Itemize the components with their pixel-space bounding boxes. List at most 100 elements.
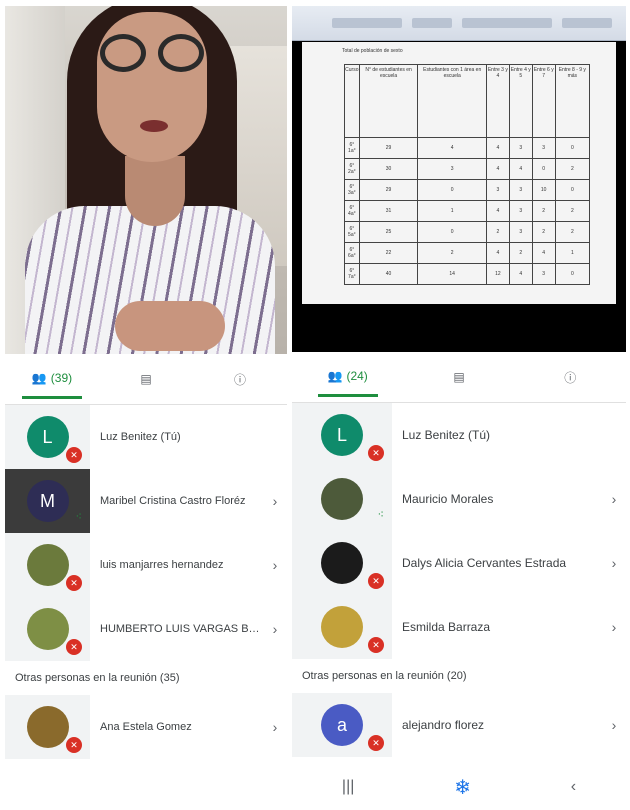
- tab-people[interactable]: 👥 (24): [317, 357, 378, 397]
- participant-row[interactable]: ⁖ Mauricio Morales ›: [292, 467, 626, 531]
- table-header-cell: N° de estudiantes en escuela: [358, 64, 419, 138]
- table-row: 6° 6a° 22 2 4 2 4 1: [344, 242, 591, 264]
- participant-row[interactable]: L ✕ Luz Benitez (Tú): [5, 405, 287, 469]
- participant-name: luis manjarres hernandez: [100, 559, 224, 571]
- participant-row[interactable]: ✕ Esmilda Barraza ›: [292, 595, 626, 659]
- participant-name: Ana Estela Gomez: [100, 721, 192, 733]
- chevron-right-icon[interactable]: ›: [602, 717, 626, 733]
- table-cell: 30: [358, 158, 419, 180]
- participant-row[interactable]: ✕ luis manjarres hernandez ›: [5, 533, 287, 597]
- table-cell: 29: [358, 137, 419, 159]
- avatar: L: [26, 416, 69, 458]
- avatar: M: [26, 480, 69, 522]
- table-cell: 1: [554, 242, 591, 264]
- snowflake-icon[interactable]: ❄: [454, 775, 471, 800]
- table-header-cell: Entre 6 y 7: [531, 64, 556, 138]
- ribbon-group: [462, 18, 552, 28]
- participant-name: Luz Benitez (Tú): [402, 428, 491, 442]
- speaker-neck: [125, 156, 185, 226]
- table-row: 6° 3a° 29 0 3 3 10 0: [344, 179, 591, 201]
- people-count: (24): [346, 368, 368, 383]
- ribbon-group: [412, 18, 452, 28]
- table-cell: 6° 6a°: [344, 242, 360, 264]
- chat-icon: ▤: [453, 370, 465, 384]
- table-cell: 4: [485, 158, 510, 180]
- chevron-right-icon[interactable]: ›: [263, 557, 287, 573]
- avatar: [321, 606, 363, 648]
- table-cell: 4: [417, 137, 487, 159]
- participant-name: alejandro florez: [402, 718, 485, 732]
- avatar: [321, 478, 363, 520]
- table-cell: 0: [417, 221, 487, 243]
- avatar: a: [321, 704, 363, 746]
- participant-tile: ✕: [5, 695, 90, 759]
- presentation-feed[interactable]: Total de población de sexto Curso N° de e…: [292, 6, 626, 352]
- chevron-right-icon[interactable]: ›: [263, 621, 287, 637]
- table-cell: 4: [531, 242, 556, 264]
- table-cell: 3: [531, 137, 556, 159]
- participant-row[interactable]: L ✕ Luz Benitez (Tú): [292, 403, 626, 467]
- back-icon[interactable]: ‹: [571, 778, 576, 796]
- participant-row[interactable]: M ⁖ Maribel Cristina Castro Floréz ›: [5, 469, 287, 533]
- table-cell: 0: [554, 263, 591, 285]
- tab-chat[interactable]: ▤: [116, 359, 176, 399]
- tab-info[interactable]: ⓘ: [210, 359, 270, 399]
- document-page: Total de población de sexto Curso N° de e…: [302, 42, 616, 304]
- participant-name: Luz Benitez (Tú): [100, 431, 181, 443]
- ribbon-group: [332, 18, 402, 28]
- ribbon-group: [562, 18, 612, 28]
- participant-name: Dalys Alicia Cervantes Estrada: [402, 556, 567, 570]
- participant-row[interactable]: ✕ HUMBERTO LUIS VARGAS BO... ›: [5, 597, 287, 661]
- table-row: 6° 7a° 40 14 12 4 3 0: [344, 263, 591, 285]
- table-cell: 2: [531, 200, 556, 222]
- participant-row[interactable]: ✕ Dalys Alicia Cervantes Estrada ›: [292, 531, 626, 595]
- table-cell: 12: [485, 263, 510, 285]
- participant-name: Mauricio Morales: [402, 492, 494, 506]
- others-section-header: Otras personas en la reunión (20): [302, 670, 467, 682]
- table-row: 6° 4a° 31 1 4 3 2 2: [344, 200, 591, 222]
- table-cell: 3: [485, 179, 510, 201]
- tab-people[interactable]: 👥 (39): [22, 359, 82, 399]
- table-row: 6° 1a° 29 4 4 3 3 0: [344, 137, 591, 159]
- table-cell: 3: [508, 200, 533, 222]
- tab-chat[interactable]: ▤: [429, 357, 489, 397]
- participant-tile: ✕: [5, 533, 90, 597]
- chevron-right-icon[interactable]: ›: [602, 491, 626, 507]
- chevron-right-icon[interactable]: ›: [602, 619, 626, 635]
- table-cell: 0: [554, 137, 591, 159]
- meeting-tabs: 👥 (24) ▤ ⓘ: [292, 352, 626, 403]
- participant-tile: M ⁖: [5, 469, 90, 533]
- participant-list: L ✕ Luz Benitez (Tú) M ⁖ Maribel Cristina Cas…: [5, 405, 287, 759]
- mic-off-icon: ✕: [66, 447, 82, 463]
- tab-info[interactable]: ⓘ: [540, 357, 600, 397]
- table-cell: 6° 4a°: [344, 200, 360, 222]
- chevron-right-icon[interactable]: ›: [263, 719, 287, 735]
- participant-tile: ✕: [292, 531, 392, 595]
- participant-name: Maribel Cristina Castro Floréz: [100, 495, 246, 507]
- mic-off-icon: ✕: [66, 639, 82, 655]
- participant-row[interactable]: ✕ Ana Estela Gomez ›: [5, 695, 287, 759]
- recents-icon[interactable]: |||: [342, 778, 354, 796]
- table-cell: 4: [485, 137, 510, 159]
- people-icon: 👥: [31, 370, 47, 385]
- mic-off-icon: ✕: [66, 737, 82, 753]
- table-cell: 4: [508, 263, 533, 285]
- table-cell: 40: [358, 263, 419, 285]
- main-video-feed[interactable]: [5, 6, 287, 354]
- participant-row[interactable]: a ✕ alejandro florez ›: [292, 693, 626, 757]
- left-screenshot: 👥 (39) ▤ ⓘ L ✕ Luz Benitez (Tú) M ⁖ Maribel C…: [5, 6, 287, 804]
- document-title: Total de población de sexto: [342, 48, 403, 54]
- chevron-right-icon[interactable]: ›: [263, 493, 287, 509]
- speaker-mouth: [140, 120, 168, 132]
- table-cell: 4: [485, 242, 510, 264]
- right-screenshot: Total de población de sexto Curso N° de e…: [292, 6, 626, 804]
- speaking-indicator-icon: ⁖: [75, 511, 82, 523]
- table-cell: 3: [417, 158, 487, 180]
- table-cell: 2: [554, 221, 591, 243]
- table-cell: 2: [508, 242, 533, 264]
- participant-tile: a ✕: [292, 693, 392, 757]
- avatar: [26, 544, 69, 586]
- table-cell: 0: [531, 158, 556, 180]
- chevron-right-icon[interactable]: ›: [602, 555, 626, 571]
- table-cell: 3: [531, 263, 556, 285]
